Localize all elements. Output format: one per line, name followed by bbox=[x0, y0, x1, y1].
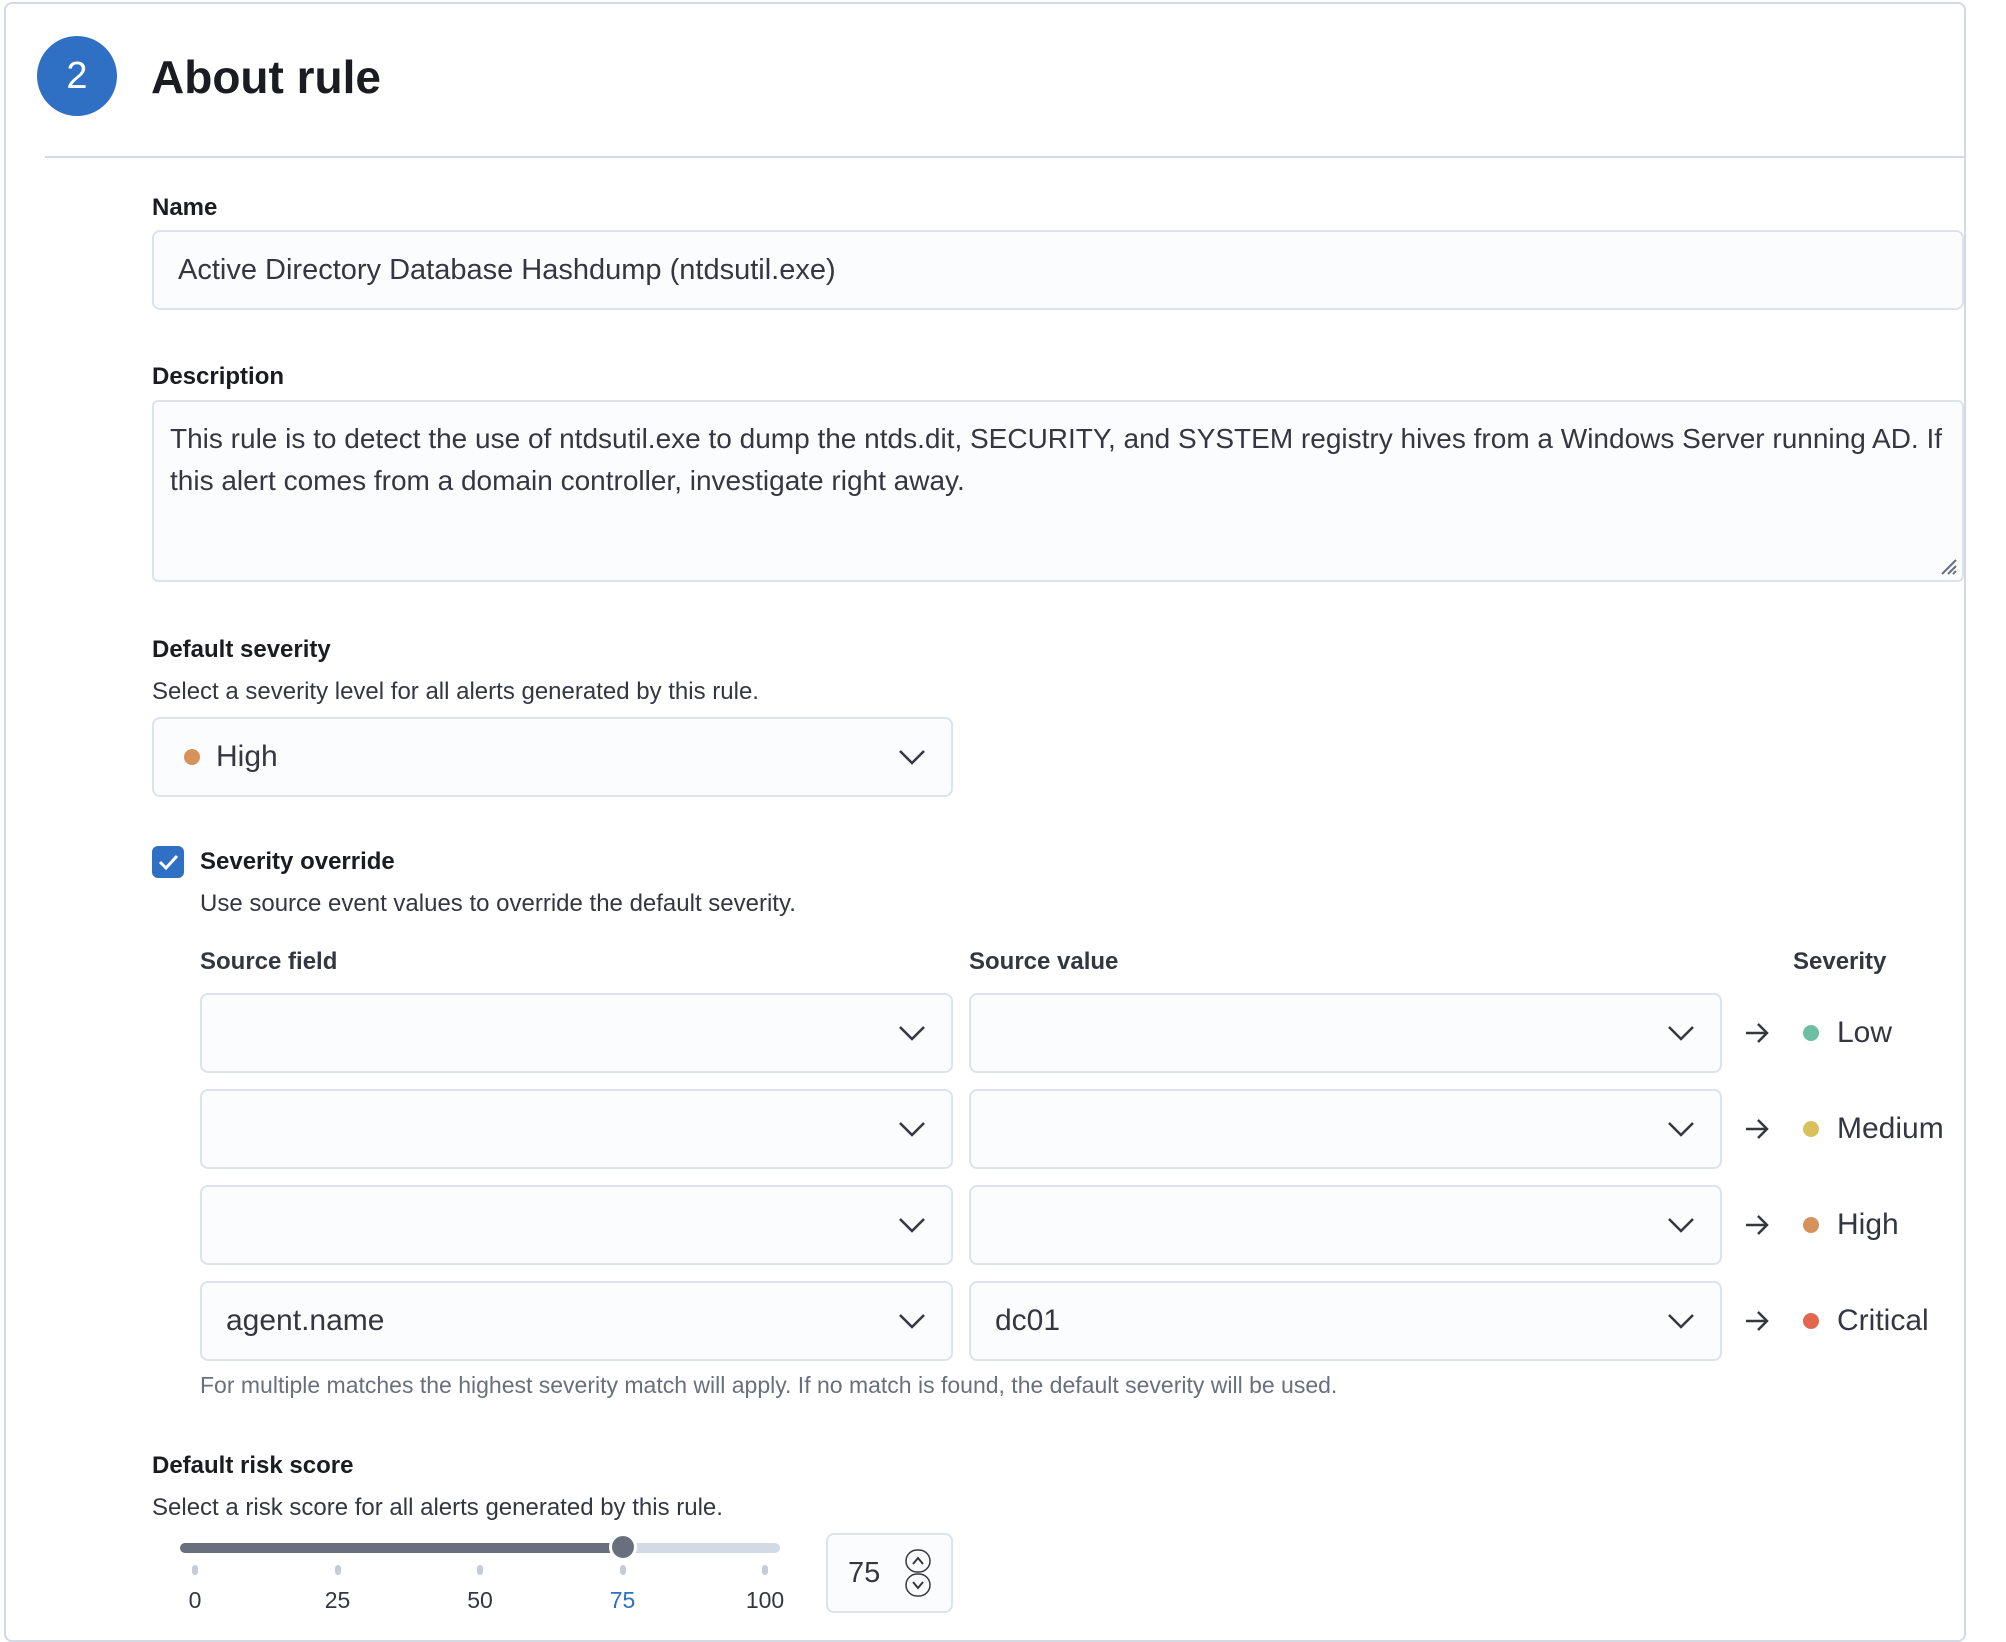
slider-tick-label[interactable]: 100 bbox=[746, 1587, 784, 1614]
slider-tick-label[interactable]: 50 bbox=[467, 1587, 493, 1614]
default-severity-value: High bbox=[216, 740, 278, 773]
risk-score-slider-track[interactable] bbox=[180, 1533, 780, 1561]
severity-mapping-label: Critical bbox=[1803, 1301, 1929, 1341]
chevron-down-icon bbox=[1668, 1218, 1694, 1233]
slider-tick-mark bbox=[192, 1565, 198, 1575]
severity-mapping-label: Medium bbox=[1803, 1109, 1944, 1149]
severity-name: High bbox=[1837, 1208, 1899, 1241]
section-divider bbox=[45, 156, 1965, 158]
source-value-select[interactable] bbox=[969, 1185, 1722, 1265]
step-number: 2 bbox=[66, 54, 88, 97]
default-severity-select[interactable]: High bbox=[152, 717, 953, 797]
arrow-right-icon bbox=[1746, 1023, 1769, 1043]
source-field-select[interactable] bbox=[200, 993, 953, 1073]
default-risk-score-help: Select a risk score for all alerts gener… bbox=[152, 1494, 723, 1521]
severity-override-label: Severity override bbox=[200, 848, 395, 875]
source-value-select[interactable]: dc01 bbox=[969, 1281, 1722, 1361]
slider-tick-label[interactable]: 0 bbox=[189, 1587, 202, 1614]
source-value-value: dc01 bbox=[995, 1304, 1061, 1337]
source-value-select[interactable] bbox=[969, 993, 1722, 1073]
risk-score-value: 75 bbox=[848, 1556, 881, 1589]
chevron-down-icon bbox=[899, 1122, 925, 1137]
risk-score-number-input[interactable]: 75 bbox=[826, 1533, 953, 1613]
default-risk-score-label: Default risk score bbox=[152, 1452, 354, 1479]
severity-dot-icon bbox=[1803, 1025, 1819, 1041]
severity-column-header: Severity bbox=[1793, 948, 1887, 975]
name-input-value: Active Directory Database Hashdump (ntds… bbox=[178, 253, 836, 286]
severity-dot-icon bbox=[1803, 1217, 1819, 1233]
chevron-down-icon bbox=[899, 1026, 925, 1041]
check-icon bbox=[158, 854, 179, 871]
severity-dot-icon bbox=[1803, 1121, 1819, 1137]
chevron-down-icon bbox=[899, 1314, 925, 1329]
source-value-select[interactable] bbox=[969, 1089, 1722, 1169]
severity-mapping-label: Low bbox=[1803, 1013, 1892, 1053]
source-field-select[interactable] bbox=[200, 1185, 953, 1265]
description-label: Description bbox=[152, 363, 285, 390]
severity-dot-icon bbox=[1803, 1313, 1819, 1329]
section-title: About rule bbox=[151, 51, 381, 103]
source-field-value: agent.name bbox=[226, 1304, 385, 1337]
risk-score-slider-fill bbox=[180, 1543, 623, 1553]
arrow-right-icon bbox=[1746, 1215, 1769, 1235]
source-field-select[interactable]: agent.name bbox=[200, 1281, 953, 1361]
arrow-right-icon bbox=[1746, 1119, 1769, 1139]
slider-tick-mark bbox=[762, 1565, 768, 1575]
chevron-down-icon bbox=[1668, 1026, 1694, 1041]
slider-tick-mark bbox=[334, 1565, 341, 1575]
step-number-badge: 2 bbox=[37, 36, 117, 116]
severity-name: Low bbox=[1837, 1016, 1893, 1049]
chevron-down-icon bbox=[899, 750, 925, 765]
chevron-down-icon bbox=[1668, 1314, 1694, 1329]
severity-dot-icon bbox=[184, 749, 200, 765]
severity-override-footnote: For multiple matches the highest severit… bbox=[200, 1372, 1338, 1398]
slider-tick-mark bbox=[619, 1565, 626, 1575]
name-input[interactable]: Active Directory Database Hashdump (ntds… bbox=[152, 230, 1964, 310]
severity-override-help: Use source event values to override the … bbox=[200, 890, 796, 917]
number-stepper-icon[interactable] bbox=[905, 1549, 931, 1597]
severity-name: Medium bbox=[1837, 1112, 1944, 1145]
source-field-column-header: Source field bbox=[200, 948, 338, 975]
resize-handle-icon[interactable] bbox=[1936, 554, 1958, 576]
slider-tick-label[interactable]: 25 bbox=[325, 1587, 351, 1614]
severity-name: Critical bbox=[1837, 1304, 1929, 1337]
slider-tick-label[interactable]: 75 bbox=[610, 1587, 636, 1614]
severity-override-checkbox[interactable] bbox=[152, 846, 184, 878]
default-severity-label: Default severity bbox=[152, 636, 331, 663]
chevron-down-icon bbox=[899, 1218, 925, 1233]
description-value: This rule is to detect the use of ntdsut… bbox=[170, 423, 1943, 496]
default-severity-help: Select a severity level for all alerts g… bbox=[152, 678, 759, 705]
name-label: Name bbox=[152, 194, 218, 221]
slider-tick-mark bbox=[477, 1565, 483, 1575]
risk-score-slider-thumb[interactable] bbox=[608, 1533, 637, 1561]
severity-mapping-label: High bbox=[1803, 1205, 1899, 1245]
source-value-column-header: Source value bbox=[969, 948, 1119, 975]
description-textarea[interactable]: This rule is to detect the use of ntdsut… bbox=[152, 400, 1964, 582]
arrow-right-icon bbox=[1746, 1311, 1769, 1331]
chevron-down-icon bbox=[1668, 1122, 1694, 1137]
source-field-select[interactable] bbox=[200, 1089, 953, 1169]
